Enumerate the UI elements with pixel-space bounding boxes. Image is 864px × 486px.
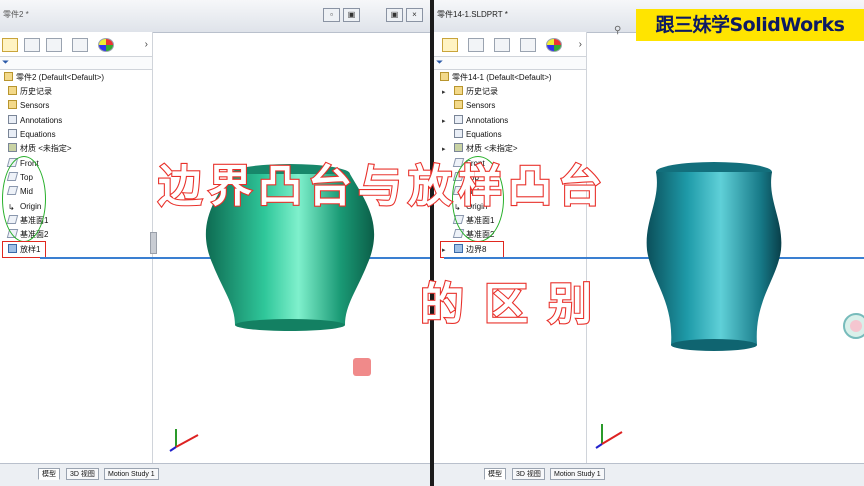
equations-icon — [8, 129, 17, 138]
left-restore-button[interactable]: ▣ — [343, 8, 360, 22]
display-manager-icon[interactable] — [546, 38, 562, 52]
overlay-title-line1: 边界凸台与放样凸台 — [157, 160, 608, 213]
configuration-manager-icon[interactable] — [46, 38, 62, 52]
annotations-icon — [454, 115, 463, 124]
material-icon — [8, 143, 17, 152]
tabs-more-chevron-icon[interactable]: › — [145, 39, 148, 50]
appearance-ball-icon[interactable] — [842, 296, 864, 356]
annotations-icon — [8, 115, 17, 124]
node-label: Equations — [466, 130, 502, 139]
part-icon — [440, 72, 449, 81]
overlay-title-line2: 的区别 — [419, 278, 612, 331]
right-triad-axes-icon — [595, 424, 623, 449]
filter-icon[interactable]: ⏷ — [2, 57, 9, 68]
zoom-magnifier-button[interactable] — [353, 358, 371, 376]
node-label: Annotations — [20, 116, 63, 125]
node-label: 材质 <未指定> — [20, 144, 72, 153]
task-pane-strip[interactable] — [842, 296, 864, 356]
channel-watermark: 跟三妹学SolidWorks — [636, 9, 864, 41]
left-tile-button[interactable]: ▣ — [386, 8, 403, 22]
node-label: Annotations — [466, 116, 509, 125]
right-vase-body — [646, 172, 782, 345]
node-label: Sensors — [466, 101, 496, 110]
equations-icon — [454, 129, 463, 138]
left-filter-row[interactable]: ⏷ — [0, 56, 152, 70]
filter-icon[interactable]: ⏷ — [436, 57, 443, 68]
left-feature-manager-pane: › ⏷ 零件2 (Default<Default>) 历史记录 Sensors … — [0, 32, 153, 464]
history-icon — [8, 86, 17, 95]
left-tree-root-label: 零件2 (Default<Default>) — [16, 73, 105, 82]
right-window-title: 零件14-1.SLDPRT * — [437, 10, 508, 19]
dimxpert-icon[interactable] — [72, 38, 88, 52]
green-circle-annotation — [2, 156, 46, 242]
right-node-annotations[interactable]: Annotations — [454, 115, 508, 127]
node-label: 历史记录 — [466, 87, 498, 96]
left-bottom-tab-bar: 模型 3D 视图 Motion Study 1 — [0, 463, 430, 486]
red-highlight-box — [440, 241, 504, 258]
right-solidworks-window: 零件14-1.SLDPRT * › ⏷ 零件14-1 (Default<Defa… — [434, 0, 864, 486]
right-tree-root[interactable]: 零件14-1 (Default<Default>) — [440, 72, 552, 83]
tab-model[interactable]: 模型 — [38, 468, 60, 480]
sensors-icon — [8, 100, 17, 109]
node-label: Sensors — [20, 101, 50, 110]
node-label: Equations — [20, 130, 56, 139]
tab-motion-study[interactable]: Motion Study 1 — [104, 468, 159, 480]
right-manager-tabs: › — [434, 36, 586, 54]
left-triad-axes-icon — [169, 429, 199, 452]
right-node-sensors[interactable]: Sensors — [454, 100, 495, 112]
red-highlight-box — [2, 241, 46, 258]
part-icon — [4, 72, 13, 81]
pin-icon[interactable]: ⚲ — [614, 25, 621, 36]
tab-3d-view[interactable]: 3D 视图 — [512, 468, 545, 480]
tabs-more-chevron-icon[interactable]: › — [579, 39, 582, 50]
left-vase-base — [235, 319, 345, 331]
pane-splitter-handle[interactable] — [150, 232, 157, 254]
sensors-icon — [454, 100, 463, 109]
tab-model[interactable]: 模型 — [484, 468, 506, 480]
right-node-equations[interactable]: Equations — [454, 129, 502, 141]
right-node-history[interactable]: 历史记录 — [454, 86, 498, 98]
left-close-button[interactable]: × — [406, 8, 423, 22]
history-icon — [454, 86, 463, 95]
node-label: 历史记录 — [20, 87, 52, 96]
left-window-title: 零件2 * — [3, 10, 29, 19]
right-bottom-tab-bar: 模型 3D 视图 Motion Study 1 — [434, 463, 864, 486]
left-solidworks-window: 零件2 * ▫ ▣ ▣ × › ⏷ 零件2 (Default<Default>)… — [0, 0, 430, 486]
left-minimize-button[interactable]: ▫ — [323, 8, 340, 22]
feature-manager-icon[interactable] — [442, 38, 458, 52]
feature-manager-icon[interactable] — [2, 38, 18, 52]
configuration-manager-icon[interactable] — [494, 38, 510, 52]
expand-arrow-icon[interactable]: ▸ — [442, 88, 446, 96]
property-manager-icon[interactable] — [24, 38, 40, 52]
left-node-history[interactable]: 历史记录 — [8, 86, 52, 98]
left-tree-root[interactable]: 零件2 (Default<Default>) — [4, 72, 104, 83]
property-manager-icon[interactable] — [468, 38, 484, 52]
right-filter-row[interactable]: ⏷ — [434, 56, 586, 70]
left-node-sensors[interactable]: Sensors — [8, 100, 49, 112]
display-manager-icon[interactable] — [98, 38, 114, 52]
right-tree-root-label: 零件14-1 (Default<Default>) — [452, 73, 552, 82]
left-node-annotations[interactable]: Annotations — [8, 115, 62, 127]
dimxpert-icon[interactable] — [520, 38, 536, 52]
left-title-bar: 零件2 * ▫ ▣ ▣ × — [0, 0, 430, 33]
left-manager-tabs: › — [0, 36, 152, 54]
right-boundary-vase-model — [646, 162, 782, 351]
right-feature-manager-pane: › ⏷ 零件14-1 (Default<Default>) ▸ ▸ ▸ ▸ 历史… — [434, 32, 587, 464]
left-node-material[interactable]: 材质 <未指定> — [8, 143, 72, 155]
expand-arrow-icon[interactable]: ▸ — [442, 117, 446, 125]
left-node-equations[interactable]: Equations — [8, 129, 56, 141]
tab-3d-view[interactable]: 3D 视图 — [66, 468, 99, 480]
right-vase-base — [671, 339, 757, 351]
tab-motion-study[interactable]: Motion Study 1 — [550, 468, 605, 480]
